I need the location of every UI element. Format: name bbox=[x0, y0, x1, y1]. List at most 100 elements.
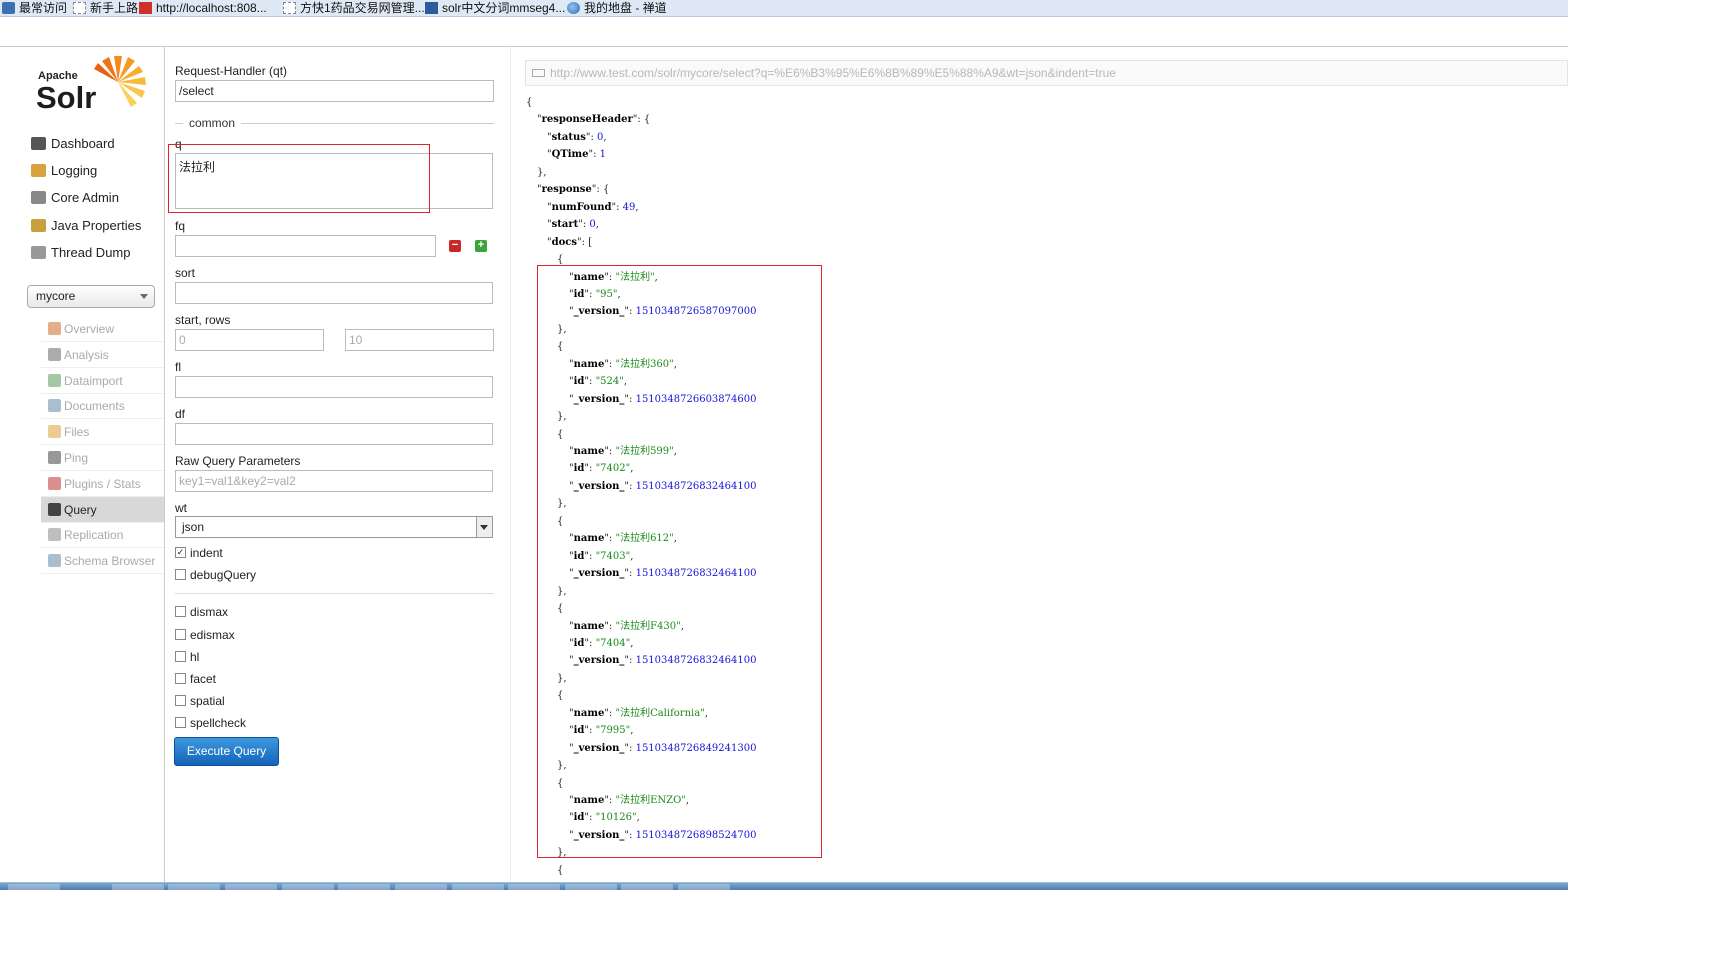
taskbar-app-icon[interactable] bbox=[395, 884, 447, 891]
taskbar-app-icon[interactable] bbox=[621, 884, 673, 891]
nav-item-thread-dump[interactable]: Thread Dump bbox=[31, 244, 130, 262]
nav-item-label: Logging bbox=[51, 163, 98, 178]
bookmark-item[interactable]: 方快1药品交易网管理... bbox=[283, 1, 425, 15]
common-legend: common bbox=[183, 116, 242, 130]
bookmark-item[interactable]: 我的地盘 - 禅道 bbox=[567, 1, 667, 15]
nav-item-logging[interactable]: Logging bbox=[31, 162, 97, 180]
core-selector[interactable]: mycore bbox=[27, 285, 155, 308]
json-token: , bbox=[595, 219, 599, 231]
json-token: { bbox=[557, 254, 564, 266]
checkbox-unchecked-icon bbox=[175, 717, 186, 728]
json-token: ": bbox=[578, 219, 590, 231]
bookmark-item[interactable]: http://localhost:808... bbox=[139, 1, 267, 15]
sort-input[interactable] bbox=[175, 282, 493, 304]
taskbar-app-icon[interactable] bbox=[452, 884, 504, 891]
json-token: , bbox=[603, 131, 607, 143]
taskbar-app-icon[interactable] bbox=[112, 884, 164, 891]
taskbar-app-icon[interactable] bbox=[338, 884, 390, 891]
execute-query-button[interactable]: Execute Query bbox=[174, 737, 279, 766]
json-token: docs bbox=[551, 236, 577, 248]
core-menu-label: Analysis bbox=[64, 347, 109, 362]
fl-input[interactable] bbox=[175, 376, 493, 398]
json-token: 1 bbox=[599, 149, 607, 161]
taskbar-app-icon[interactable] bbox=[678, 884, 730, 891]
core-menu-label: Ping bbox=[64, 451, 89, 465]
json-line: "response": { bbox=[537, 184, 609, 196]
start-input[interactable]: 0 bbox=[175, 329, 324, 351]
core-menu-dataimport[interactable]: Dataimport bbox=[41, 368, 164, 394]
core-menu-ping[interactable]: Ping bbox=[41, 445, 164, 471]
bookmark-label: http://localhost:808... bbox=[156, 1, 267, 15]
nav-item-dashboard[interactable]: Dashboard bbox=[31, 135, 115, 153]
checkbox-hl[interactable]: hl bbox=[175, 650, 199, 664]
fq-label: fq bbox=[175, 219, 186, 233]
java-icon bbox=[31, 219, 46, 232]
raw-params-input[interactable]: key1=val1&key2=val2 bbox=[175, 470, 493, 492]
json-token: { bbox=[526, 97, 533, 108]
bookmark-item[interactable]: 最常访问 bbox=[2, 1, 67, 15]
core-menu: Overview Analysis Dataimport Documents Files… bbox=[41, 316, 164, 575]
nav-item-core-admin[interactable]: Core Admin bbox=[31, 189, 119, 207]
df-label: df bbox=[175, 407, 186, 421]
json-line: "responseHeader": { bbox=[537, 114, 650, 126]
taskbar-app-icon[interactable] bbox=[565, 884, 617, 891]
df-input[interactable] bbox=[175, 423, 493, 445]
request-handler-input[interactable]: /select bbox=[175, 80, 494, 102]
taskbar-app-icon[interactable] bbox=[282, 884, 334, 891]
core-selector-value: mycore bbox=[36, 289, 76, 303]
funnel-icon bbox=[48, 347, 61, 361]
json-line: "numFound": 49, bbox=[547, 202, 639, 214]
checkbox-label: indent bbox=[190, 546, 223, 560]
json-token: ": bbox=[585, 131, 598, 143]
core-menu-query[interactable]: Query bbox=[41, 496, 164, 523]
result-url-link[interactable]: http://www.test.com/solr/mycore/select?q… bbox=[525, 60, 1568, 86]
chevron-down-icon bbox=[140, 294, 148, 299]
remove-fq-button[interactable]: − bbox=[449, 240, 461, 252]
checkbox-label: dismax bbox=[190, 605, 229, 619]
solr-logo[interactable]: Apache Solr bbox=[36, 56, 150, 115]
json-line: { bbox=[557, 865, 563, 877]
core-menu-label: Plugins / Stats bbox=[64, 476, 141, 491]
checkbox-dismax[interactable]: dismax bbox=[175, 605, 228, 619]
rows-input[interactable]: 10 bbox=[345, 329, 494, 351]
core-menu-label: Schema Browser bbox=[64, 554, 156, 569]
checkbox-debugquery[interactable]: debugQuery bbox=[175, 568, 256, 582]
checkbox-label: edismax bbox=[190, 628, 235, 642]
core-menu-documents[interactable]: Documents bbox=[41, 393, 164, 420]
core-menu-analysis[interactable]: Analysis bbox=[41, 342, 164, 368]
chevron-down-icon bbox=[476, 517, 492, 537]
checkbox-spatial[interactable]: spatial bbox=[175, 694, 225, 708]
checkbox-edismax[interactable]: edismax bbox=[175, 628, 235, 642]
core-menu-files[interactable]: Files bbox=[41, 419, 164, 446]
checkbox-unchecked-icon bbox=[175, 651, 186, 662]
thread-icon bbox=[31, 246, 46, 259]
json-token: ": { bbox=[632, 114, 651, 126]
fq-input[interactable] bbox=[175, 235, 436, 257]
core-menu-replication[interactable]: Replication bbox=[41, 522, 164, 549]
checkbox-facet[interactable]: facet bbox=[175, 672, 216, 686]
add-fq-button[interactable]: + bbox=[475, 240, 487, 252]
core-menu-overview[interactable]: Overview bbox=[41, 316, 164, 342]
note-icon bbox=[425, 2, 438, 14]
core-menu-schema-browser[interactable]: Schema Browser bbox=[41, 548, 164, 575]
taskbar-app-icon[interactable] bbox=[8, 884, 60, 891]
json-token: ": bbox=[611, 201, 623, 213]
json-token: start bbox=[551, 219, 579, 231]
checkbox-spellcheck[interactable]: spellcheck bbox=[175, 716, 246, 730]
wt-select[interactable]: json bbox=[175, 516, 493, 538]
nav-item-java-properties[interactable]: Java Properties bbox=[31, 217, 141, 235]
taskbar-app-icon[interactable] bbox=[508, 884, 560, 891]
bookmark-item[interactable]: solr中文分词mmseg4... bbox=[425, 1, 565, 15]
checkbox-indent[interactable]: ✓ indent bbox=[175, 546, 223, 560]
page-icon bbox=[283, 2, 296, 14]
checkbox-unchecked-icon bbox=[175, 673, 186, 684]
core-menu-plugins-stats[interactable]: Plugins / Stats bbox=[41, 471, 164, 497]
red-page-icon bbox=[139, 2, 152, 14]
json-token: ": [ bbox=[577, 236, 593, 248]
taskbar-app-icon[interactable] bbox=[168, 884, 220, 891]
bookmark-item[interactable]: 新手上路 bbox=[73, 1, 138, 15]
json-line: "status": 0, bbox=[547, 132, 607, 144]
taskbar-app-icon[interactable] bbox=[225, 884, 277, 891]
page-icon bbox=[73, 2, 86, 14]
link-icon bbox=[532, 69, 545, 77]
